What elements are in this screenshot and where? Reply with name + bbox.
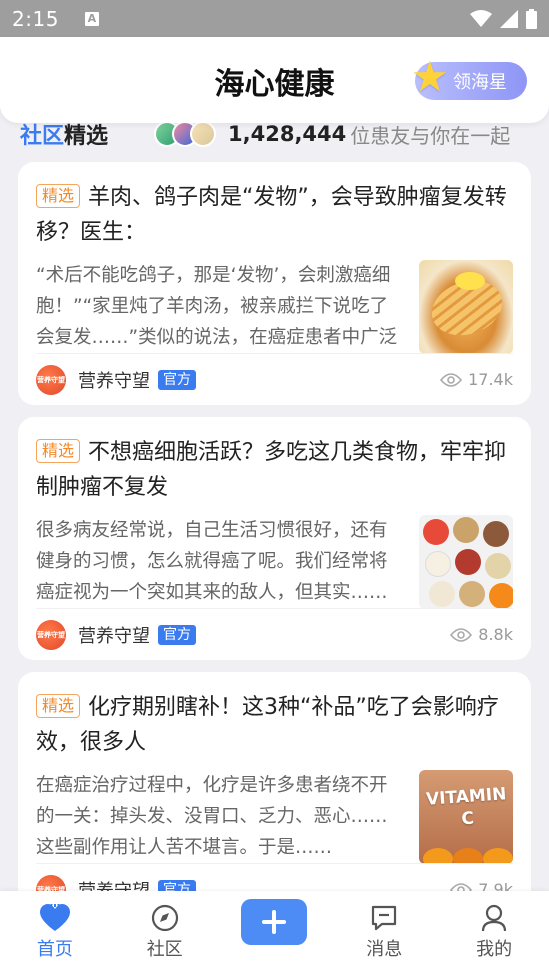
- view-count: 8.8k: [450, 625, 513, 644]
- bottom-tab-bar: 首页 社区 消息 我的: [0, 891, 549, 976]
- article-body: 在癌症治疗过程中，化疗是许多患者绕不开的一关：掉头发、没胃口、乏力、恶心……这些…: [36, 770, 513, 864]
- article-excerpt: 在癌症治疗过程中，化疗是许多患者绕不开的一关：掉头发、没胃口、乏力、恶心……这些…: [36, 775, 388, 858]
- orange-image: [483, 848, 513, 864]
- notification-a-icon: A: [84, 11, 99, 26]
- user-count-caption: 位患友与你在一起: [350, 123, 511, 148]
- official-badge: 官方: [158, 624, 196, 645]
- tab-messages[interactable]: 消息: [329, 891, 439, 976]
- article-thumbnail[interactable]: [419, 515, 513, 609]
- claim-star-label: 领海星: [453, 72, 507, 93]
- tab-mine[interactable]: 我的: [439, 891, 549, 976]
- author-logo[interactable]: 营养守望: [36, 619, 66, 650]
- author-name[interactable]: 营养守望: [78, 367, 150, 393]
- food-bowl-image: [453, 517, 479, 543]
- article-headline[interactable]: 精选 羊肉、鸽子肉是“发物”，会导致肿瘤复发转移？医生：: [36, 180, 513, 250]
- vitamin-label: VITAMIN C: [425, 784, 508, 830]
- food-bowl-image: [425, 551, 451, 577]
- orange-image: [453, 848, 483, 864]
- battery-icon: [526, 8, 537, 29]
- status-bar: 2:15 A: [0, 0, 549, 37]
- tab-messages-label: 消息: [366, 939, 403, 960]
- article-thumbnail[interactable]: [419, 260, 513, 354]
- status-time: 2:15: [12, 6, 59, 31]
- article-thumbnail[interactable]: VITAMIN C: [419, 770, 513, 864]
- user-icon: [480, 903, 508, 933]
- view-count: 17.4k: [440, 370, 513, 389]
- food-bowl-image: [489, 583, 513, 609]
- author-logo[interactable]: 营养守望: [36, 364, 66, 395]
- tab-publish[interactable]: [220, 891, 330, 976]
- view-count-value: 8.8k: [478, 625, 513, 644]
- status-indicators: [470, 8, 537, 29]
- article-card[interactable]: 精选 羊肉、鸽子肉是“发物”，会导致肿瘤复发转移？医生： “术后不能吃鸽子，那是‘…: [18, 162, 531, 405]
- tab-home[interactable]: 首页: [0, 891, 110, 976]
- avatar: [190, 121, 217, 147]
- eye-icon: [440, 372, 463, 387]
- tab-home-label: 首页: [36, 939, 73, 960]
- signal-icon: [500, 9, 518, 28]
- eye-icon: [450, 627, 473, 642]
- view-count-value: 17.4k: [468, 370, 513, 389]
- article-title: 不想癌细胞活跃？多吃这几类食物，牢牢抑制肿瘤不复发: [36, 440, 507, 500]
- article-headline[interactable]: 精选 化疗期别瞎补！这3种“补品”吃了会影响疗效，很多人: [36, 690, 513, 760]
- article-card[interactable]: 精选 化疗期别瞎补！这3种“补品”吃了会影响疗效，很多人 在癌症治疗过程中，化疗是…: [18, 672, 531, 915]
- star-icon: ★: [411, 52, 449, 101]
- wifi-icon: [470, 9, 492, 27]
- article-title: 羊肉、鸽子肉是“发物”，会导致肿瘤复发转移？医生：: [36, 185, 507, 245]
- heart-icon: [39, 903, 70, 933]
- tab-mine-label: 我的: [476, 939, 513, 960]
- official-badge: 官方: [158, 369, 196, 390]
- article-excerpt: 很多病友经常说，自己生活习惯很好，还有健身的习惯，怎么就得癌了呢。我们经常将癌症…: [36, 520, 388, 603]
- app-header: 海心健康 ★ 领海星: [0, 37, 549, 123]
- food-bowl-image: [483, 521, 509, 547]
- article-card[interactable]: 精选 不想癌细胞活跃？多吃这几类食物，牢牢抑制肿瘤不复发 很多病友经常说，自己生活…: [18, 417, 531, 660]
- user-avatars: [154, 121, 217, 147]
- article-meta: 营养守望 营养守望 官方 8.8k: [36, 608, 513, 660]
- featured-tag: 精选: [36, 184, 81, 208]
- lemon-image: [455, 272, 485, 290]
- food-bowl-image: [485, 553, 511, 579]
- article-excerpt: “术后不能吃鸽子，那是‘发物’，会刺激癌细胞！”“家里炖了羊肉汤，被亲戚拦下说吃…: [36, 265, 398, 348]
- article-title: 化疗期别瞎补！这3种“补品”吃了会影响疗效，很多人: [36, 695, 499, 755]
- article-body: “术后不能吃鸽子，那是‘发物’，会刺激癌细胞！”“家里炖了羊肉汤，被亲戚拦下说吃…: [36, 260, 513, 354]
- user-count: 1,428,444: [228, 122, 347, 146]
- compass-icon: [151, 903, 179, 933]
- article-headline[interactable]: 精选 不想癌细胞活跃？多吃这几类食物，牢牢抑制肿瘤不复发: [36, 435, 513, 505]
- food-bowl-image: [429, 581, 455, 607]
- article-meta: 营养守望 营养守望 官方 17.4k: [36, 353, 513, 405]
- food-bowl-image: [459, 581, 485, 607]
- orange-image: [423, 848, 453, 864]
- tab-community[interactable]: 社区: [110, 891, 220, 976]
- featured-tag: 精选: [36, 439, 81, 463]
- claim-star-button[interactable]: ★ 领海星: [411, 56, 527, 100]
- tab-community-label: 社区: [146, 939, 183, 960]
- author-name[interactable]: 营养守望: [78, 622, 150, 648]
- publish-button[interactable]: [241, 899, 308, 945]
- article-body: 很多病友经常说，自己生活习惯很好，还有健身的习惯，怎么就得癌了呢。我们经常将癌症…: [36, 515, 513, 609]
- message-icon: [370, 903, 398, 933]
- featured-tag: 精选: [36, 694, 81, 718]
- food-bowl-image: [423, 519, 449, 545]
- food-bowl-image: [455, 549, 481, 575]
- plus-icon: [262, 910, 287, 934]
